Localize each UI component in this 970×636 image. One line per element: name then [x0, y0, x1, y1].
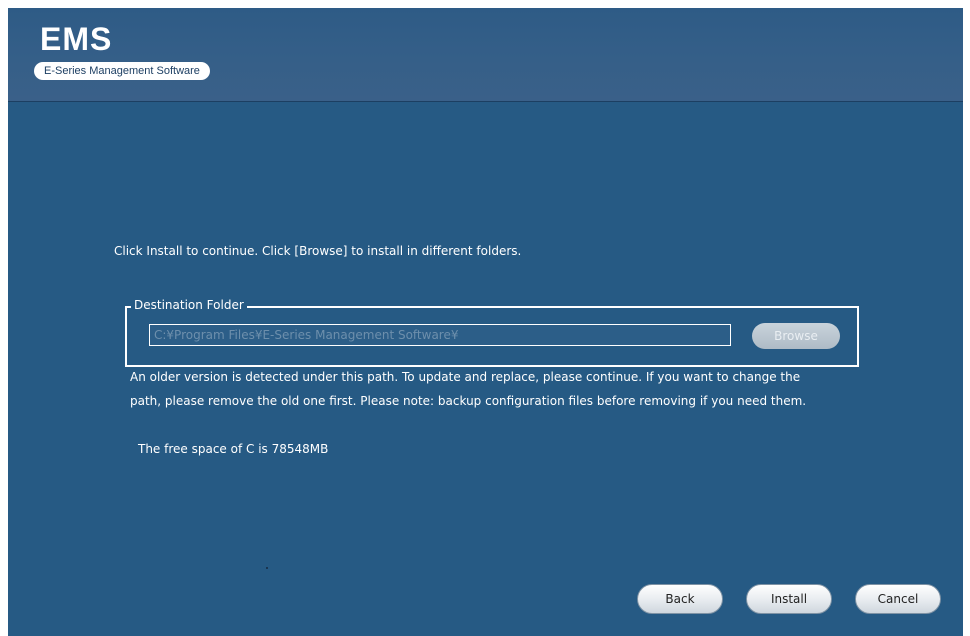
back-button[interactable]: Back: [637, 584, 723, 614]
header-banner: EMS E-Series Management Software: [8, 8, 963, 102]
app-logo-title: EMS: [40, 21, 113, 57]
install-button[interactable]: Install: [746, 584, 832, 614]
browse-button[interactable]: Browse: [752, 323, 840, 349]
cancel-button[interactable]: Cancel: [855, 584, 941, 614]
destination-path-input[interactable]: [149, 324, 731, 346]
older-version-note-line1: An older version is detected under this …: [130, 370, 801, 384]
destination-folder-legend: Destination Folder: [131, 298, 247, 312]
free-space-text: The free space of C is 78548MB: [138, 442, 329, 456]
older-version-note-line2: path, please remove the old one first. P…: [130, 394, 807, 408]
app-logo-subtitle: E-Series Management Software: [34, 62, 210, 80]
install-instruction: Click Install to continue. Click [Browse…: [114, 244, 522, 258]
stray-dot: [266, 567, 268, 569]
